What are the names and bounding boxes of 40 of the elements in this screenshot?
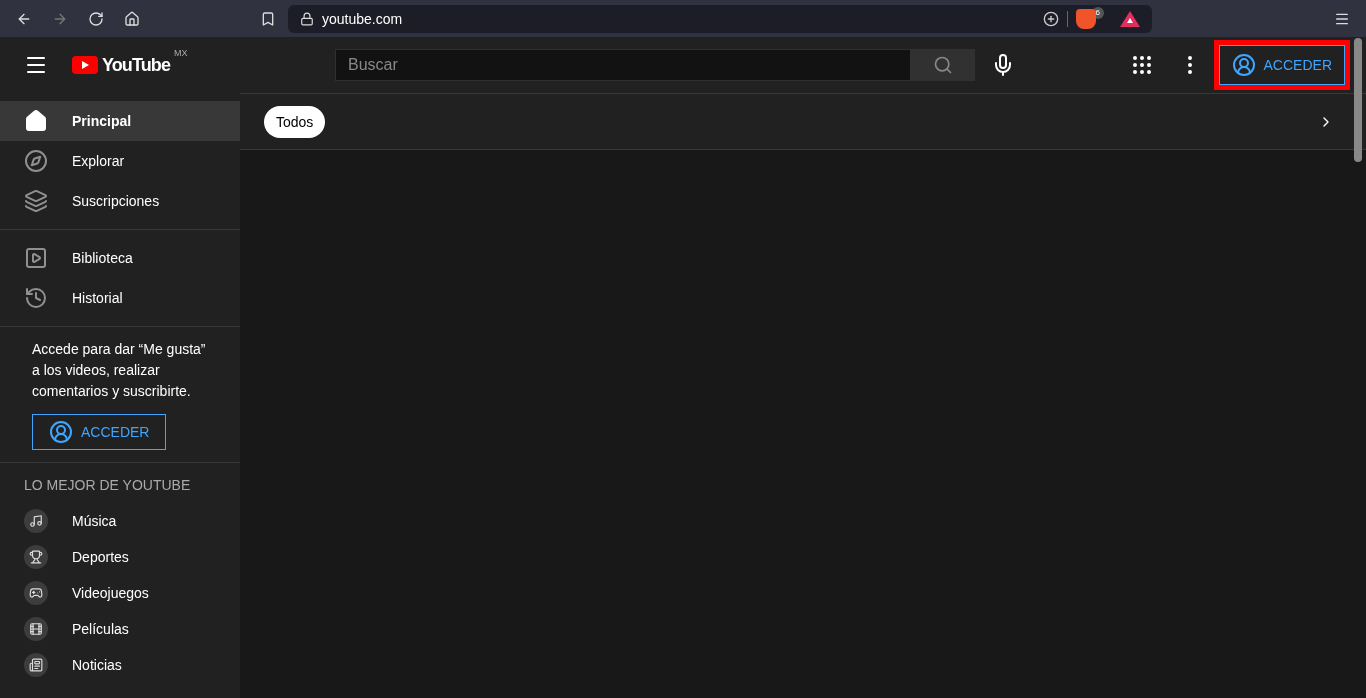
- sign-in-prompt: Accede para dar “Me gusta” a los videos, realizar comentarios y suscribirte.: [32, 340, 207, 401]
- trophy-icon: [29, 550, 43, 564]
- sidebar-item[interactable]: Principal: [0, 101, 240, 141]
- section-title: LO MEJOR DE YOUTUBE: [23, 476, 192, 495]
- gamepad-icon: [29, 586, 43, 600]
- sidebar-item[interactable]: Videojuegos: [0, 575, 240, 611]
- logo[interactable]: YouTube MX: [72, 51, 188, 79]
- user-icon: [49, 420, 73, 444]
- lock-icon: [300, 11, 314, 26]
- play-stack-icon: [24, 246, 48, 270]
- user-icon: [1231, 53, 1256, 77]
- newspaper-icon: [29, 658, 43, 672]
- add-icon[interactable]: [1042, 10, 1059, 27]
- home-icon: [24, 109, 48, 133]
- play-logo-icon: [72, 56, 98, 74]
- sidebar-item[interactable]: Música: [0, 503, 240, 539]
- compass-icon: [24, 149, 48, 173]
- music-note-icon: [29, 514, 43, 528]
- film-icon: [29, 622, 43, 636]
- sidebar-item[interactable]: Biblioteca: [0, 238, 240, 278]
- sign-in-button[interactable]: ACCEDER: [1218, 45, 1345, 85]
- sidebar-item[interactable]: Historial: [0, 278, 240, 318]
- history-icon: [24, 286, 48, 310]
- filter-chip[interactable]: Todos: [264, 105, 326, 138]
- scrollbar-thumb[interactable]: [1354, 38, 1362, 162]
- address-bar[interactable]: youtube.com 6: [288, 4, 1152, 33]
- reload-icon[interactable]: [88, 10, 104, 27]
- sidebar-item[interactable]: Películas: [0, 611, 240, 647]
- search-icon: [933, 55, 953, 75]
- search-button[interactable]: [911, 49, 975, 81]
- sidebar-item[interactable]: Suscripciones: [0, 181, 240, 221]
- sidebar-item[interactable]: Deportes: [0, 539, 240, 575]
- bookmark-icon[interactable]: [260, 10, 276, 27]
- sidebar-item[interactable]: Explorar: [0, 141, 240, 181]
- search-field[interactable]: Buscar: [335, 49, 911, 81]
- triangle-icon[interactable]: [1120, 10, 1140, 27]
- home-icon[interactable]: [124, 10, 140, 27]
- sidebar-item[interactable]: Noticias: [0, 647, 240, 683]
- sign-in-button[interactable]: ACCEDER: [32, 414, 167, 450]
- stack-icon: [24, 189, 48, 213]
